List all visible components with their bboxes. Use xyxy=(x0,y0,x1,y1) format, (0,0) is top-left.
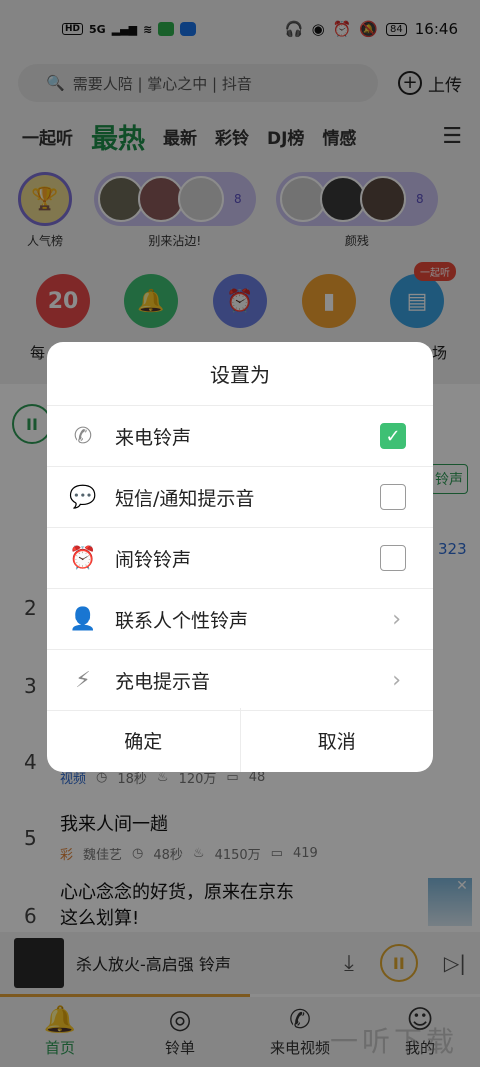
option-label: 联系人个性铃声 xyxy=(115,609,249,632)
dialog-title: 设置为 xyxy=(47,342,433,406)
charging-icon: ⚡ xyxy=(75,667,91,693)
option-contact-ringtone[interactable]: 👤 联系人个性铃声 › xyxy=(47,589,433,650)
option-label: 闹铃铃声 xyxy=(115,548,192,571)
chevron-right-icon: › xyxy=(392,667,401,693)
checkbox-checked[interactable]: ✓ xyxy=(380,423,406,449)
message-icon: 💬 xyxy=(69,484,97,510)
option-alarm-ringtone[interactable]: ⏰ 闹铃铃声 xyxy=(47,528,433,589)
option-label: 来电铃声 xyxy=(115,426,192,449)
option-label: 充电提示音 xyxy=(115,670,211,693)
dialog-buttons: 确定 取消 xyxy=(47,708,433,772)
chevron-right-icon: › xyxy=(392,606,401,632)
option-incoming-call-ringtone[interactable]: ✆ 来电铃声 ✓ xyxy=(47,406,433,467)
alarm-icon: ⏰ xyxy=(69,545,97,571)
phone-icon: ✆ xyxy=(73,423,93,449)
checkbox-unchecked[interactable] xyxy=(380,484,406,510)
option-label: 短信/通知提示音 xyxy=(115,487,255,510)
confirm-button[interactable]: 确定 xyxy=(47,708,240,772)
set-as-dialog: 设置为 ✆ 来电铃声 ✓ 💬 短信/通知提示音 ⏰ 闹铃铃声 👤 联系人个性铃声… xyxy=(47,342,433,772)
checkbox-unchecked[interactable] xyxy=(380,545,406,571)
cancel-button[interactable]: 取消 xyxy=(239,708,434,772)
option-sms-notification-sound[interactable]: 💬 短信/通知提示音 xyxy=(47,467,433,528)
contact-icon: 👤 xyxy=(69,606,97,632)
option-charging-sound[interactable]: ⚡ 充电提示音 › xyxy=(47,650,433,711)
